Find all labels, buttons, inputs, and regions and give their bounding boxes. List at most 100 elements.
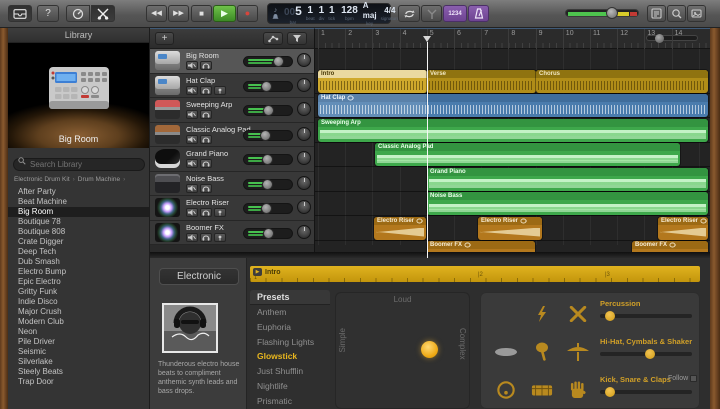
tuner-button[interactable] xyxy=(421,5,442,22)
drummer-slider-knob[interactable] xyxy=(605,311,615,321)
play-button[interactable]: ▶ xyxy=(213,5,236,22)
pan-knob[interactable] xyxy=(297,127,311,141)
preset-item[interactable]: Just Shufflin xyxy=(250,364,330,379)
track-volume-slider[interactable] xyxy=(243,203,293,214)
library-list-item[interactable]: Major Crush xyxy=(8,307,149,317)
mute-button[interactable] xyxy=(186,135,198,144)
input-monitor-button[interactable] xyxy=(214,208,226,217)
mute-button[interactable] xyxy=(186,110,198,119)
track-volume-knob[interactable] xyxy=(263,228,274,239)
library-list-item[interactable]: Big Room xyxy=(8,207,149,217)
lcd-display[interactable]: ♪ 005bar 1beat 1div 1tick 128bpm A majke… xyxy=(267,3,391,24)
track-header-row[interactable]: Hat Clap xyxy=(150,74,314,99)
library-list-item[interactable]: Silverlake xyxy=(8,357,149,367)
master-volume-knob[interactable] xyxy=(606,7,618,19)
region[interactable]: Chorus xyxy=(536,70,708,93)
pan-knob[interactable] xyxy=(297,225,311,239)
track-header-row[interactable]: Boomer FX xyxy=(150,221,314,246)
library-list-item[interactable]: Steely Beats xyxy=(8,367,149,377)
timeline-area[interactable]: 1234567891011121314 IntroVerseChorusHat … xyxy=(315,28,710,258)
library-list-item[interactable]: Neon xyxy=(8,327,149,337)
breadcrumb-subcategory[interactable]: Drum Machine xyxy=(78,176,120,183)
library-list-item[interactable]: Gritty Funk xyxy=(8,287,149,297)
track-header-row[interactable]: Noise Bass xyxy=(150,172,314,197)
rewind-button[interactable]: ◀◀ xyxy=(146,5,167,22)
preset-item[interactable]: Euphoria xyxy=(250,320,330,335)
track-volume-knob[interactable] xyxy=(262,179,273,190)
region[interactable]: Classic Analog Pad xyxy=(375,143,680,166)
region[interactable]: Grand Piano xyxy=(427,168,708,191)
mute-button[interactable] xyxy=(186,233,198,242)
track-volume-slider[interactable] xyxy=(243,154,293,165)
solo-button[interactable] xyxy=(200,110,212,119)
library-list-item[interactable]: Boutique 78 xyxy=(8,217,149,227)
solo-button[interactable] xyxy=(200,135,212,144)
library-list-item[interactable]: Pile Driver xyxy=(8,337,149,347)
region[interactable]: Sweeping Arp xyxy=(318,119,708,142)
metronome-button[interactable] xyxy=(468,5,489,22)
pan-knob[interactable] xyxy=(297,78,311,92)
solo-button[interactable] xyxy=(200,159,212,168)
media-browser-button[interactable] xyxy=(687,5,706,22)
breadcrumb-category[interactable]: Electronic Drum Kit xyxy=(14,176,70,183)
editors-button[interactable] xyxy=(91,5,115,22)
region[interactable]: Electro Riser xyxy=(478,217,542,240)
playhead[interactable] xyxy=(427,42,428,258)
stop-button[interactable]: ■ xyxy=(191,5,212,22)
record-button[interactable]: ● xyxy=(237,5,258,22)
master-volume-slider[interactable] xyxy=(565,9,639,17)
region[interactable]: Electro Riser xyxy=(374,217,426,240)
library-list-item[interactable]: Trap Door xyxy=(8,377,149,387)
add-track-button[interactable]: + xyxy=(155,32,174,45)
track-header-row[interactable]: Classic Analog Pad xyxy=(150,123,314,148)
preset-item[interactable]: Prismatic xyxy=(250,394,330,409)
track-header-row[interactable]: Big Room xyxy=(150,49,314,74)
pan-knob[interactable] xyxy=(297,200,311,214)
track-header-row[interactable]: Sweeping Arp xyxy=(150,98,314,123)
xy-pad-puck[interactable] xyxy=(421,341,438,358)
preset-item[interactable]: Flashing Lights xyxy=(250,335,330,350)
track-volume-slider[interactable] xyxy=(243,56,293,67)
checkbox[interactable] xyxy=(690,375,697,382)
bar-ruler[interactable]: 1234567891011121314 xyxy=(315,29,710,49)
library-list-item[interactable]: Boutique 808 xyxy=(8,227,149,237)
count-in-button[interactable]: 1234 xyxy=(443,5,467,22)
hihat-cell[interactable] xyxy=(560,343,596,361)
preset-item[interactable]: Glowstick xyxy=(250,349,330,364)
search-library-input[interactable] xyxy=(13,158,145,171)
preset-item[interactable]: Nightlife xyxy=(250,379,330,394)
drummer-slider[interactable] xyxy=(600,390,692,394)
pan-knob[interactable] xyxy=(297,102,311,116)
track-header-row[interactable]: Electro Riser xyxy=(150,196,314,221)
library-toggle-button[interactable] xyxy=(8,5,32,22)
library-list-item[interactable]: Dub Smash xyxy=(8,257,149,267)
section-chip[interactable]: ▶ Intro xyxy=(253,268,281,276)
snare-cell[interactable] xyxy=(524,382,560,398)
mute-button[interactable] xyxy=(186,86,198,95)
solo-button[interactable] xyxy=(200,61,212,70)
smart-controls-button[interactable] xyxy=(66,5,90,22)
track-volume-knob[interactable] xyxy=(260,130,271,141)
maraca-cell[interactable] xyxy=(524,342,560,362)
library-list-item[interactable]: Epic Electro xyxy=(8,277,149,287)
catch-playhead-button[interactable] xyxy=(287,32,307,45)
region[interactable]: Verse xyxy=(427,70,536,93)
cymbal-cell[interactable] xyxy=(488,347,524,357)
track-volume-slider[interactable] xyxy=(243,81,293,92)
mute-button[interactable] xyxy=(186,184,198,193)
track-volume-knob[interactable] xyxy=(262,154,273,165)
mute-button[interactable] xyxy=(186,159,198,168)
genre-select-button[interactable]: Electronic xyxy=(159,268,239,285)
drummer-xy-pad[interactable]: Loud Simple Complex xyxy=(335,292,470,409)
loop-browser-button[interactable] xyxy=(667,5,686,22)
mute-button[interactable] xyxy=(186,208,198,217)
solo-button[interactable] xyxy=(200,208,212,217)
drummer-slider-knob[interactable] xyxy=(645,349,655,359)
sticks-cell[interactable] xyxy=(560,306,596,322)
preset-item[interactable]: Anthem xyxy=(250,305,330,320)
pan-knob[interactable] xyxy=(297,176,311,190)
automation-button[interactable] xyxy=(263,32,283,45)
library-list-item[interactable]: After Party xyxy=(8,187,149,197)
solo-button[interactable] xyxy=(200,184,212,193)
library-list-item[interactable]: Beat Machine xyxy=(8,197,149,207)
